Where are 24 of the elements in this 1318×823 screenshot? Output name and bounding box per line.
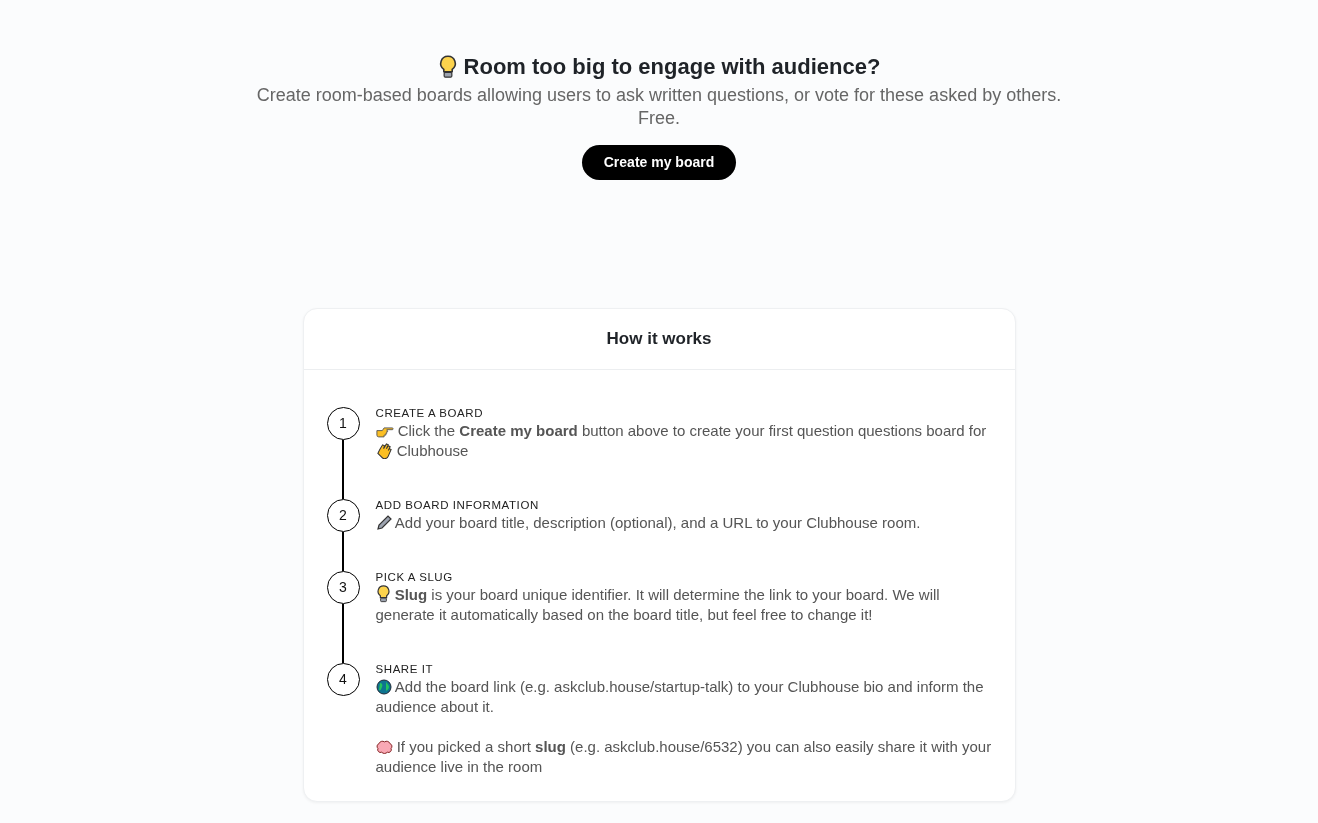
- step-text: Slug is your board unique identifier. It will determine the link to your board. We will generate it automatically based on the board title, but feel free to change it!: [375, 585, 941, 625]
- step-number: 3: [326, 571, 360, 604]
- hero-title: Room too big to engage with audience?: [463, 53, 881, 81]
- step-number: 4: [326, 663, 360, 696]
- step-heading: SHARE IT: [375, 662, 435, 677]
- globe-icon: [375, 679, 392, 695]
- brain-icon: [375, 740, 393, 755]
- create-board-button[interactable]: Create my board: [581, 145, 737, 180]
- pointing-hand-icon: [375, 424, 394, 439]
- lightbulb-icon: [375, 585, 391, 603]
- step-heading: PICK A SLUG: [375, 570, 454, 585]
- step-number: 1: [326, 407, 360, 440]
- waving-hand-icon: [375, 442, 393, 459]
- step-heading: ADD BOARD INFORMATION: [375, 498, 540, 513]
- card-title: How it works: [606, 328, 712, 351]
- step-text: If you picked a short slug (e.g. askclub.house/6532) you can also easily share it with your audience live in the room: [375, 737, 993, 777]
- step-number: 2: [326, 499, 360, 532]
- step-text: Add your board title, description (optional), and a URL to your Clubhouse room.: [375, 513, 995, 533]
- step-text: Add the board link (e.g. askclub.house/startup-talk) to your Clubhouse bio and inform the audience about it.: [375, 677, 985, 717]
- step-text: Click the Create my board button above to create your first question questions board for Clubhouse: [375, 421, 995, 461]
- step-heading: CREATE A BOARD: [375, 406, 485, 421]
- lightbulb-icon: [437, 54, 458, 79]
- hero-subtitle: Create room-based boards allowing users to ask written questions, or vote for these asked by others. Free.: [255, 84, 1063, 130]
- pencil-icon: [375, 515, 392, 531]
